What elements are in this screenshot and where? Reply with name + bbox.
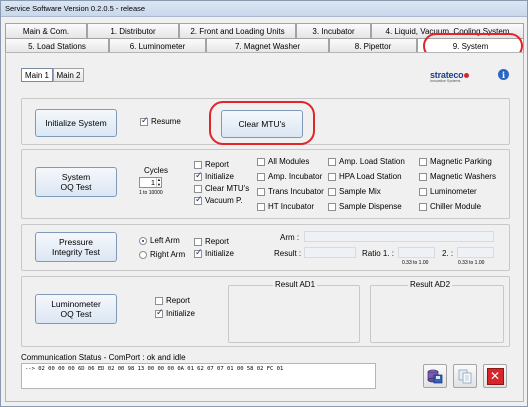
tab-magnet-washer[interactable]: 7. Magnet Washer <box>206 38 329 53</box>
highlight-clear-mtus <box>209 101 315 145</box>
ratio1-label: Ratio 1. : <box>362 249 395 258</box>
lumi-initialize-checkbox[interactable]: Initialize <box>155 308 195 318</box>
sample-dispense-checkbox[interactable]: Sample Dispense <box>328 202 402 211</box>
left-arm-radio[interactable]: Left Arm <box>139 236 180 245</box>
arm-field <box>304 231 494 242</box>
chiller-module-checkbox[interactable]: Chiller Module <box>419 202 481 211</box>
all-modules-checkbox[interactable]: All Modules <box>257 157 309 166</box>
strateco-logo: strateco Innovative Systems <box>430 70 490 84</box>
luminometer-oq-test-button[interactable]: Luminometer OQ Test <box>35 294 117 324</box>
save-button[interactable] <box>423 364 447 388</box>
result-ad2-label: Result AD2 <box>408 280 453 289</box>
sample-mix-checkbox[interactable]: Sample Mix <box>328 187 381 196</box>
trans-incubator-checkbox[interactable]: Trans Incubator <box>257 187 324 196</box>
right-arm-radio[interactable]: Right Arm <box>139 250 185 259</box>
info-icon[interactable]: i <box>498 69 509 80</box>
tab-luminometer[interactable]: 6. Luminometer <box>109 38 206 53</box>
communication-log[interactable]: --> 02 00 00 00 6D 06 ED 02 00 98 13 00 … <box>21 363 376 389</box>
amp-load-station-checkbox[interactable]: Amp. Load Station <box>328 157 405 166</box>
copy-button[interactable] <box>453 364 477 388</box>
pressure-report-checkbox[interactable]: Report <box>194 237 229 246</box>
close-button[interactable]: ✕ <box>483 364 507 388</box>
magnetic-parking-checkbox[interactable]: Magnetic Parking <box>419 157 492 166</box>
copy-icon <box>458 369 472 384</box>
app-window: Service Software Version 0.2.0.5 - relea… <box>0 0 528 407</box>
oq-clear-mtus-checkbox[interactable]: Clear MTU's <box>194 184 249 193</box>
title-bar: Service Software Version 0.2.0.5 - relea… <box>1 1 527 17</box>
result-ad2-box <box>370 285 504 343</box>
cycles-label: Cycles <box>144 166 169 175</box>
cycles-range: 1 to 10000 <box>139 190 163 196</box>
result-ad1-box <box>228 285 360 343</box>
amp-incubator-checkbox[interactable]: Amp. Incubator <box>257 172 322 181</box>
ht-incubator-checkbox[interactable]: HT Incubator <box>257 202 314 211</box>
ratio2-field <box>457 247 494 258</box>
oq-vacuum-checkbox[interactable]: Vacuum P. <box>194 195 243 205</box>
oq-report-checkbox[interactable]: Report <box>194 160 229 169</box>
communication-status: Communication Status - ComPort : ok and … <box>21 353 186 362</box>
database-save-icon <box>427 369 443 384</box>
initialize-system-button[interactable]: Initialize System <box>35 109 117 137</box>
tab-front-loading[interactable]: 2. Front and Loading Units <box>179 23 296 38</box>
ratio1-field <box>398 247 435 258</box>
ratio2-label: 2. : <box>442 249 454 258</box>
cycles-stepper[interactable]: 1 ▲ ▼ <box>139 177 162 188</box>
communication-data: --> 02 00 00 00 6D 06 ED 02 00 98 13 00 … <box>25 366 284 372</box>
arm-label: Arm : <box>280 233 300 242</box>
ratio2-range: 0.33 to 1.00 <box>458 260 485 266</box>
result-label: Result : <box>274 249 302 258</box>
ratio1-range: 0.33 to 1.00 <box>402 260 429 266</box>
lumi-report-checkbox[interactable]: Report <box>155 296 190 305</box>
tab-main-com[interactable]: Main & Com. <box>5 23 87 38</box>
stepper-arrows-icon[interactable]: ▲ ▼ <box>156 177 161 187</box>
tab-incubator[interactable]: 3. Incubator <box>296 23 371 38</box>
result-field <box>304 247 356 258</box>
close-icon: ✕ <box>486 367 504 385</box>
pressure-initialize-checkbox[interactable]: Initialize <box>194 248 234 258</box>
hpa-load-station-checkbox[interactable]: HPA Load Station <box>328 172 402 181</box>
oq-initialize-checkbox[interactable]: Initialize <box>194 171 234 181</box>
luminometer-checkbox[interactable]: Luminometer <box>419 187 477 196</box>
tab-distributor[interactable]: 1. Distributor <box>87 23 179 38</box>
resume-checkbox[interactable]: Resume <box>140 116 181 126</box>
result-ad1-label: Result AD1 <box>273 280 318 289</box>
subtab-main-2[interactable]: Main 2 <box>53 68 84 82</box>
system-panel: Main 1 Main 2 strateco Innovative System… <box>5 52 524 402</box>
pressure-integrity-test-button[interactable]: Pressure Integrity Test <box>35 232 117 262</box>
tab-load-stations[interactable]: 5. Load Stations <box>5 38 109 53</box>
cycles-value: 1 <box>150 178 155 187</box>
tab-pipettor[interactable]: 8. Pipettor <box>329 38 417 53</box>
magnetic-washers-checkbox[interactable]: Magnetic Washers <box>419 172 496 181</box>
system-oq-test-button[interactable]: System OQ Test <box>35 167 117 197</box>
window-title: Service Software Version 0.2.0.5 - relea… <box>5 4 146 13</box>
subtab-main-1[interactable]: Main 1 <box>21 68 53 82</box>
